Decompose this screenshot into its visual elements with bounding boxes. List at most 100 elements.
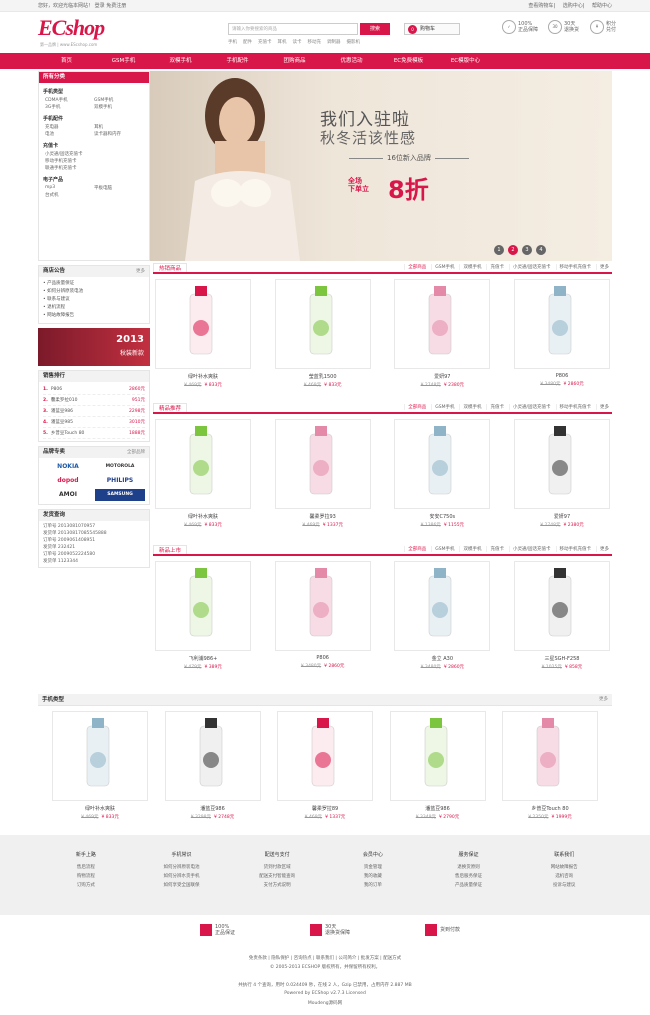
category-group[interactable]: 电子产品 xyxy=(39,171,149,185)
product-card[interactable]: 馨柔罗拉89 ¥ 469元 ¥ 1337元 xyxy=(275,711,375,820)
keyword[interactable]: 耳机 xyxy=(278,39,287,45)
notice-item[interactable]: • 退机流程 xyxy=(43,304,145,312)
product-card[interactable]: 三星SGH-F258 ¥ 1025元 ¥ 858元 xyxy=(512,561,612,670)
product-image[interactable] xyxy=(274,279,371,369)
top-link-center[interactable]: 选购中心 xyxy=(563,3,583,9)
ranking-item[interactable]: 4. 潘蓝豆985 3010元 xyxy=(43,417,145,428)
product-name[interactable]: 爱妍97 xyxy=(512,513,612,520)
keyword[interactable]: 配件 xyxy=(243,39,252,45)
nav-home[interactable]: 首页 xyxy=(38,53,95,69)
category-item[interactable]: 充电器 xyxy=(45,124,94,130)
category-item[interactable]: 耳机 xyxy=(94,124,143,130)
product-image[interactable] xyxy=(164,711,261,801)
banner-dot[interactable]: 2 xyxy=(508,245,518,255)
category-item[interactable]: mp3 xyxy=(45,185,94,191)
tab-card[interactable]: 充值卡 xyxy=(486,404,507,410)
footer-link[interactable]: 我的订单 xyxy=(325,881,421,890)
product-card[interactable]: 安安C750s ¥ 1386元 ¥ 1155元 xyxy=(392,419,492,528)
tab-more[interactable]: 更多 xyxy=(596,546,612,552)
top-link-help[interactable]: 帮助中心 xyxy=(592,3,612,9)
product-card[interactable]: 绿叶补水爽肤 ¥ 469元 ¥ 833元 xyxy=(153,279,253,388)
category-group[interactable]: 手机配件 xyxy=(39,110,149,124)
footer-link[interactable]: 如何享受全国联保 xyxy=(134,881,230,890)
product-card[interactable]: P806 ¥ 3480元 ¥ 2860元 xyxy=(273,561,373,670)
product-name[interactable]: P806 xyxy=(512,373,612,379)
product-name[interactable]: 安安C750s xyxy=(392,513,492,520)
footer-link[interactable]: 如何分辨水货手机 xyxy=(134,872,230,881)
keyword[interactable]: 读卡 xyxy=(293,39,302,45)
product-name[interactable]: 潘蓝豆986 xyxy=(388,805,488,812)
nav-accessories[interactable]: 手机配件 xyxy=(209,53,266,69)
product-name[interactable]: 金立 A30 xyxy=(392,655,492,662)
product-card[interactable]: 绿叶补水爽肤 ¥ 469元 ¥ 833元 xyxy=(153,419,253,528)
register-link[interactable]: 免费注册 xyxy=(106,3,126,9)
tab-dual[interactable]: 双模手机 xyxy=(459,404,484,410)
banner-dot[interactable]: 1 xyxy=(494,245,504,255)
tab-mobile-card[interactable]: 移动手机充值卡 xyxy=(555,546,595,552)
product-image[interactable] xyxy=(394,279,491,369)
ranking-item[interactable]: 3. 潘蓝豆986 2298元 xyxy=(43,406,145,417)
powered-by[interactable]: Powered by ECShop v2.7.3 Licensed xyxy=(0,991,650,996)
footer-link[interactable]: 货到付款区域 xyxy=(229,863,325,872)
banner-dot[interactable]: 3 xyxy=(522,245,532,255)
site-logo[interactable]: ECshop xyxy=(38,15,105,41)
tab-mobile-card[interactable]: 移动手机充值卡 xyxy=(555,264,595,270)
cart-button[interactable]: 0 购物车 xyxy=(404,23,460,35)
footer-link[interactable]: 购物流程 xyxy=(38,872,134,881)
product-card[interactable]: 潘蓝豆986 ¥ 3298元 ¥ 2748元 xyxy=(163,711,263,820)
product-name[interactable]: 乡普豆Touch 80 xyxy=(500,805,600,812)
tab-all[interactable]: 全部商品 xyxy=(404,404,429,410)
tab-more[interactable]: 更多 xyxy=(596,404,612,410)
product-card[interactable]: 爱妍97 ¥ 2748元 ¥ 2380元 xyxy=(392,279,492,388)
product-image[interactable] xyxy=(513,561,610,651)
product-image[interactable] xyxy=(394,419,491,509)
product-image[interactable] xyxy=(277,711,373,801)
footer-link[interactable]: 订购方式 xyxy=(38,881,134,890)
keyword[interactable]: 移动充 xyxy=(308,39,322,45)
product-name[interactable]: 绿叶补水爽肤 xyxy=(153,373,253,380)
nav-template-center[interactable]: EC模版中心 xyxy=(437,53,494,69)
footer-link[interactable]: 配送支付智能查询 xyxy=(229,872,325,881)
footer-link[interactable]: 资金管理 xyxy=(325,863,421,872)
product-name[interactable]: 绿叶补水爽肤 xyxy=(50,805,150,812)
product-image[interactable] xyxy=(155,279,251,369)
banner-dot[interactable]: 4 xyxy=(536,245,546,255)
product-card[interactable]: 馨柔罗拉93 ¥ 469元 ¥ 1337元 xyxy=(273,419,373,528)
category-item[interactable]: 3G手机 xyxy=(45,104,94,110)
footer-link[interactable]: 产品质量保证 xyxy=(421,881,517,890)
product-card[interactable]: 乡普豆Touch 80 ¥ 2350元 ¥ 1999元 xyxy=(500,711,600,820)
footer-link[interactable]: 网站故障报告 xyxy=(516,863,612,872)
tab-card[interactable]: 充值卡 xyxy=(486,546,507,552)
product-image[interactable] xyxy=(394,561,491,651)
category-group[interactable]: 充值卡 xyxy=(39,137,149,151)
tab-dual[interactable]: 双模手机 xyxy=(459,546,484,552)
category-item[interactable]: 台式机 xyxy=(45,192,94,198)
notice-item[interactable]: • 如何分辨原装电池 xyxy=(43,288,145,296)
search-input[interactable]: 请输入你要搜索的商品 xyxy=(228,23,358,35)
product-image[interactable] xyxy=(274,419,371,509)
nav-gsm[interactable]: GSM手机 xyxy=(95,53,152,69)
login-link[interactable]: 登录 xyxy=(95,3,105,9)
keyword[interactable]: 手机 xyxy=(228,39,237,45)
hero-banner[interactable]: 我们入驻啦 秋冬活该性感 16位新入品牌 全场 下单立 8折 1 2 3 4 xyxy=(150,71,612,261)
category-item[interactable]: 小灵通/固话充值卡 xyxy=(45,151,143,157)
product-name[interactable]: 莹蓝乳1500 xyxy=(273,373,373,380)
product-image[interactable] xyxy=(513,279,610,369)
category-item[interactable]: GSM手机 xyxy=(94,97,143,103)
product-name[interactable]: P806 xyxy=(273,655,373,661)
category-item[interactable]: 电池 xyxy=(45,131,94,137)
keyword[interactable]: 充值卡 xyxy=(258,39,272,45)
product-card[interactable]: 飞利浦986+ ¥ 479元 ¥ 389元 xyxy=(153,561,253,670)
notice-more[interactable]: 更多 xyxy=(136,266,145,277)
brands-more[interactable]: 全部品牌 xyxy=(127,447,145,458)
category-item[interactable]: CDMA手机 xyxy=(45,97,94,103)
footer-links[interactable]: 免责条款 | 隐私保护 | 咨询热点 | 联系我们 | 公司简介 | 批发方案 … xyxy=(0,955,650,961)
product-name[interactable]: 飞利浦986+ xyxy=(153,655,253,662)
product-name[interactable]: 潘蓝豆986 xyxy=(163,805,263,812)
footer-link[interactable]: 退换货原则 xyxy=(421,863,517,872)
notice-item[interactable]: • 网站故障报告 xyxy=(43,312,145,320)
notice-item[interactable]: • 产品质量保证 xyxy=(43,280,145,288)
tab-phs-card[interactable]: 小灵通/固话充值卡 xyxy=(508,546,554,552)
tab-gsm[interactable]: GSM手机 xyxy=(431,264,457,270)
nav-group-buy[interactable]: 团购商品 xyxy=(266,53,323,69)
